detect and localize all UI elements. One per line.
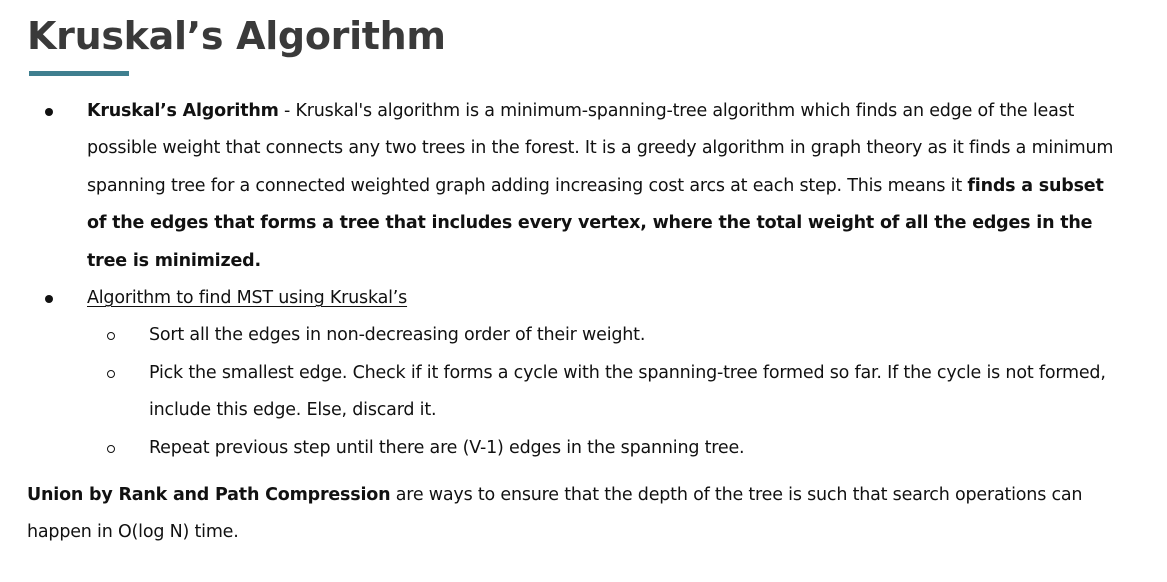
step-item: Repeat previous step until there are (V-… [0,430,1117,467]
bullet-circle-icon [107,369,115,378]
title-underline [29,71,129,76]
bullet-circle-icon [107,332,115,341]
page-title: Kruskal’s Algorithm [27,14,446,58]
algorithm-heading: Algorithm to find MST using Kruskal’s [87,288,408,309]
kruskal-term: Kruskal’s Algorithm [87,101,279,121]
slide-content: Kruskal’s Algorithm - Kruskal's algorith… [0,93,1167,552]
step-item: Sort all the edges in non-decreasing ord… [0,317,1117,354]
bullet-disc-icon [45,295,53,304]
step-item: Pick the smallest edge. Check if it form… [0,355,1117,430]
bullet-list: Kruskal’s Algorithm - Kruskal's algorith… [0,93,1167,467]
bullet-circle-icon [107,444,115,453]
step-text: Sort all the edges in non-decreasing ord… [149,325,646,346]
footer-paragraph: Union by Rank and Path Compression are w… [0,477,1167,552]
step-list: Sort all the edges in non-decreasing ord… [87,317,1117,467]
step-text: Pick the smallest edge. Check if it form… [149,362,1106,421]
footer-term: Union by Rank and Path Compression [27,485,391,506]
step-text: Repeat previous step until there are (V-… [149,437,745,458]
bullet-kruskal-definition: Kruskal’s Algorithm - Kruskal's algorith… [0,93,1167,280]
bullet-algorithm-steps: Algorithm to find MST using Kruskal’s So… [0,280,1167,467]
bullet-disc-icon [45,108,53,116]
